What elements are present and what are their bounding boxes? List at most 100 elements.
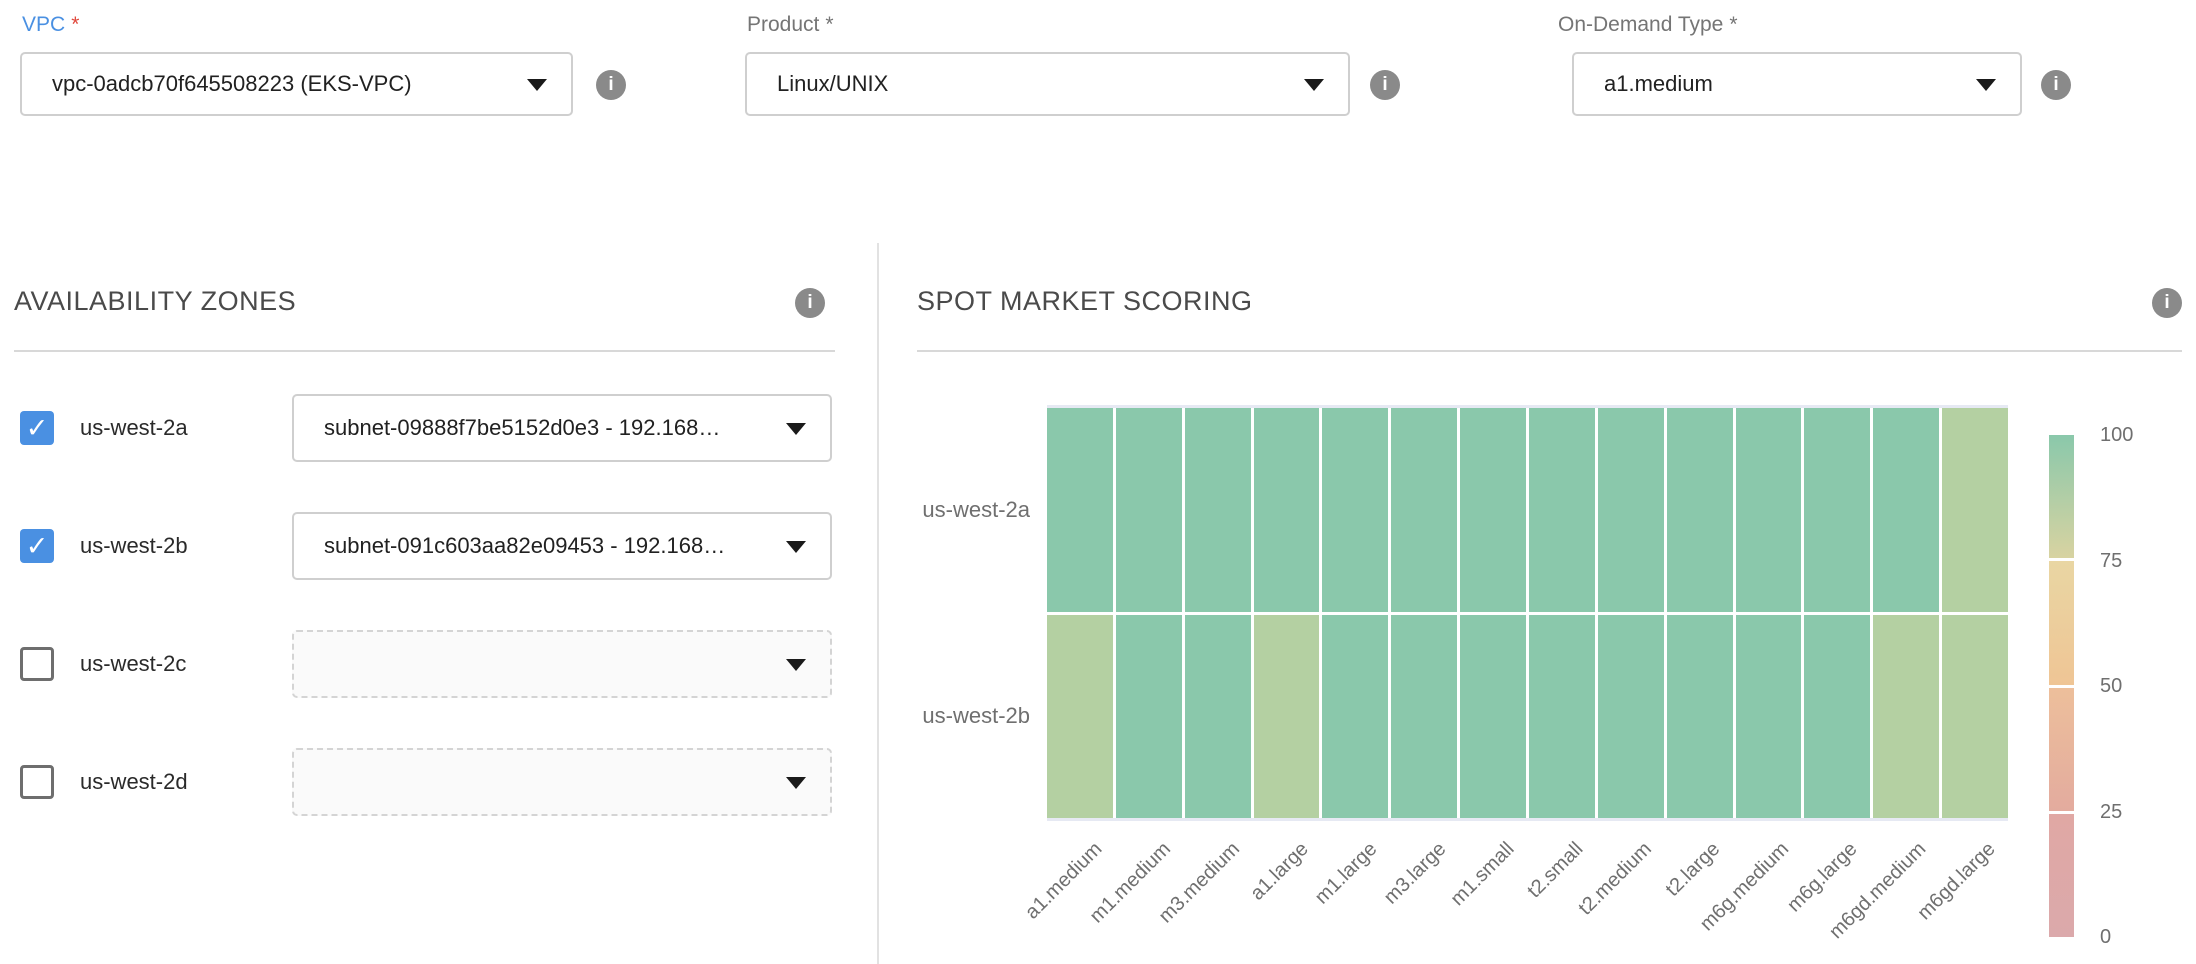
chevron-down-icon [786, 659, 806, 671]
check-icon: ✓ [20, 529, 54, 563]
heatmap-cell [1047, 408, 1113, 612]
chevron-down-icon [786, 541, 806, 553]
vpc-select-value: vpc-0adcb70f645508223 (EKS-VPC) [52, 54, 412, 114]
required-asterisk: * [825, 13, 833, 36]
subnet-select[interactable]: subnet-09888f7be5152d0e3 - 192.168… [292, 394, 832, 462]
zone-label: us-west-2a [80, 394, 188, 462]
heatmap-cell [1185, 408, 1251, 612]
required-asterisk: * [71, 13, 79, 36]
section-rule [917, 350, 2182, 352]
product-label: Product * [747, 10, 834, 40]
heatmap-x-label: t2.small [1523, 838, 1588, 903]
heatmap-cell [1047, 615, 1113, 819]
info-icon[interactable]: i [2041, 70, 2071, 100]
heatmap-cell [1598, 408, 1664, 612]
zone-checkbox[interactable]: ✓ [20, 529, 54, 563]
heatmap-cell [1873, 615, 1939, 819]
heatmap-cell [1254, 408, 1320, 612]
spot-instance-config-page: VPC * vpc-0adcb70f645508223 (EKS-VPC) i P… [0, 0, 2196, 964]
legend-gradient-segment [2049, 814, 2074, 937]
heatmap-cell [1391, 408, 1457, 612]
zone-row: ✓ us-west-2b subnet-091c603aa82e09453 - 19… [0, 512, 877, 580]
info-icon[interactable]: i [2152, 288, 2182, 318]
zone-checkbox[interactable] [20, 647, 54, 681]
zone-label: us-west-2b [80, 512, 188, 580]
heatmap-cell [1873, 408, 1939, 612]
on-demand-type-label-text: On-Demand Type [1558, 13, 1723, 36]
heatmap-cell [1460, 408, 1526, 612]
legend-gradient-segment [2049, 561, 2074, 684]
heatmap-cell [1804, 408, 1870, 612]
info-icon[interactable]: i [795, 288, 825, 318]
subnet-select [292, 748, 832, 816]
zone-label: us-west-2c [80, 630, 186, 698]
legend-tick-label: 75 [2100, 548, 2170, 574]
heatmap-x-label: m3.large [1380, 838, 1451, 909]
legend-gradient-segment [2049, 688, 2074, 811]
availability-zones-title: AVAILABILITY ZONES [14, 286, 296, 317]
heatmap-cell [1322, 615, 1388, 819]
heatmap-cell [1942, 615, 2008, 819]
zone-label: us-west-2d [80, 748, 188, 816]
heatmap-row-label: us-west-2a [880, 497, 1030, 523]
legend-tick-label: 50 [2100, 673, 2170, 699]
heatmap-cell [1804, 615, 1870, 819]
vpc-label: VPC * [22, 10, 79, 40]
chevron-down-icon [527, 79, 547, 91]
heatmap-cell [1185, 615, 1251, 819]
heatmap-cell [1529, 408, 1595, 612]
heatmap-x-label: m1.small [1447, 838, 1520, 911]
heatmap-cell [1942, 408, 2008, 612]
heatmap-cell [1598, 615, 1664, 819]
heatmap-cell [1529, 615, 1595, 819]
info-icon[interactable]: i [1370, 70, 1400, 100]
chevron-down-icon [786, 423, 806, 435]
on-demand-type-select[interactable]: a1.medium [1572, 52, 2022, 116]
heatmap-x-label: t2.large [1662, 838, 1725, 901]
heatmap-x-label: t2.medium [1574, 838, 1656, 920]
product-select[interactable]: Linux/UNIX [745, 52, 1350, 116]
heatmap-cell [1460, 615, 1526, 819]
section-rule [14, 350, 835, 352]
product-label-text: Product [747, 13, 819, 36]
check-icon: ✓ [20, 411, 54, 445]
heatmap-cell [1667, 615, 1733, 819]
subnet-select-value: subnet-09888f7be5152d0e3 - 192.168… [324, 396, 720, 460]
zone-row: us-west-2c [0, 630, 877, 698]
section-divider [877, 243, 879, 964]
zone-checkbox[interactable] [20, 765, 54, 799]
legend-tick-label: 100 [2100, 422, 2170, 448]
legend-tick-label: 0 [2100, 924, 2170, 950]
on-demand-type-select-value: a1.medium [1604, 54, 1713, 114]
heatmap-row-label: us-west-2b [880, 703, 1030, 729]
chevron-down-icon [786, 777, 806, 789]
spot-market-scoring-title: SPOT MARKET SCORING [917, 286, 1253, 317]
subnet-select-value: subnet-091c603aa82e09453 - 192.168… [324, 514, 725, 578]
required-asterisk: * [1729, 13, 1737, 36]
chevron-down-icon [1976, 79, 1996, 91]
zone-row: us-west-2d [0, 748, 877, 816]
info-icon[interactable]: i [596, 70, 626, 100]
product-select-value: Linux/UNIX [777, 54, 888, 114]
on-demand-type-label: On-Demand Type * [1558, 10, 1738, 40]
chevron-down-icon [1304, 79, 1324, 91]
heatmap-cell [1736, 408, 1802, 612]
heatmap-x-label: a1.large [1246, 838, 1313, 905]
heatmap-cell [1116, 615, 1182, 819]
zone-row: ✓ us-west-2a subnet-09888f7be5152d0e3 - 19… [0, 394, 877, 462]
vpc-select[interactable]: vpc-0adcb70f645508223 (EKS-VPC) [20, 52, 573, 116]
heatmap-cell [1322, 408, 1388, 612]
heatmap-color-legend [2049, 435, 2074, 937]
spot-market-heatmap [1047, 405, 2008, 821]
heatmap-cell [1736, 615, 1802, 819]
heatmap-x-label: m1.large [1311, 838, 1382, 909]
heatmap-cell [1391, 615, 1457, 819]
legend-tick-label: 25 [2100, 799, 2170, 825]
vpc-label-text: VPC [22, 13, 65, 36]
heatmap-cell [1116, 408, 1182, 612]
subnet-select[interactable]: subnet-091c603aa82e09453 - 192.168… [292, 512, 832, 580]
zone-checkbox[interactable]: ✓ [20, 411, 54, 445]
heatmap-cell [1667, 408, 1733, 612]
legend-gradient-segment [2049, 435, 2074, 558]
subnet-select [292, 630, 832, 698]
